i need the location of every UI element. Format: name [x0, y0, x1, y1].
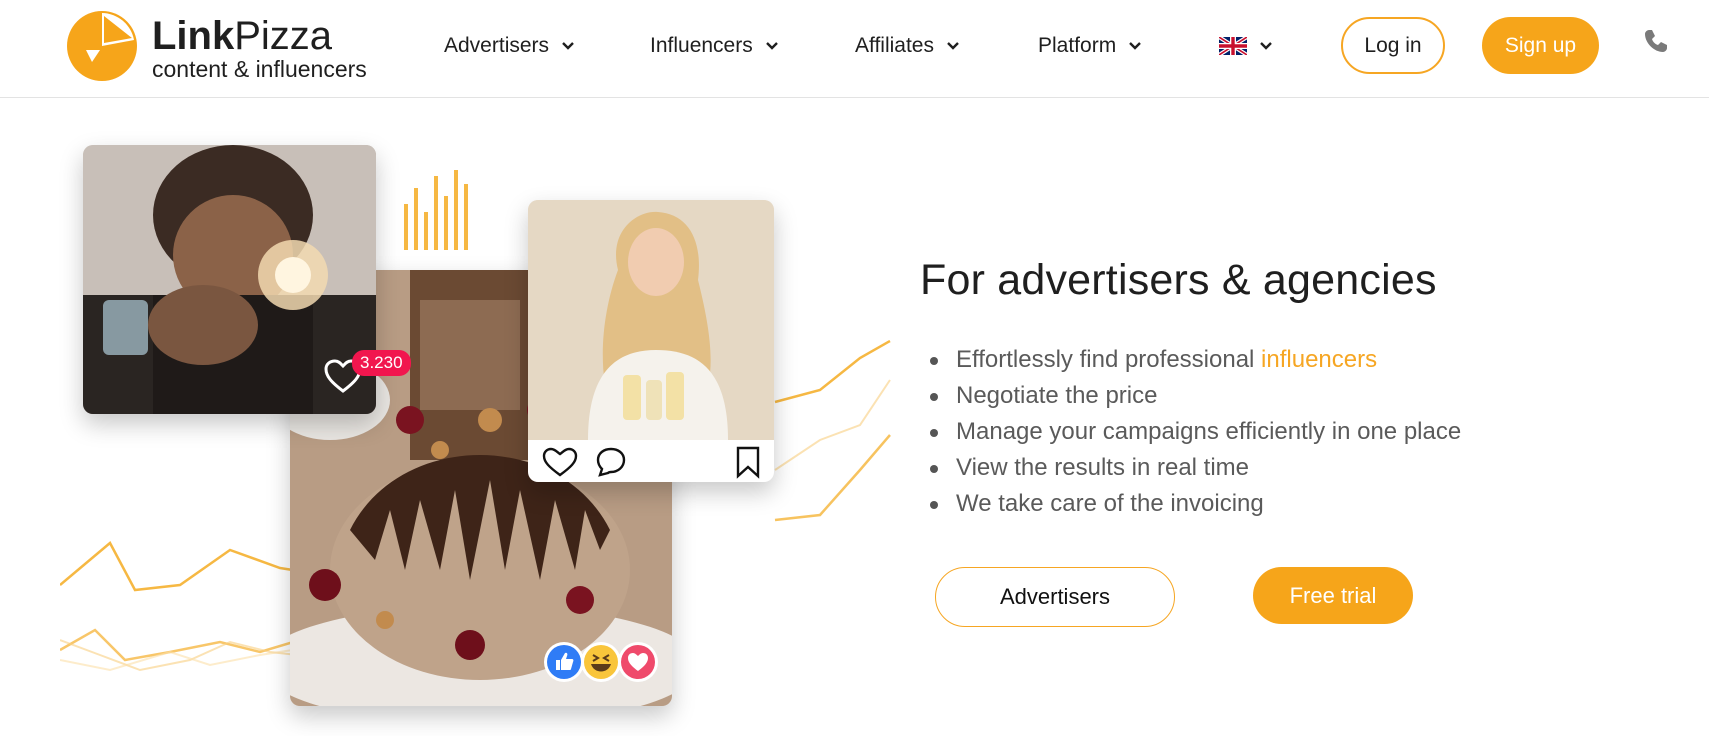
- logo-tagline: content & influencers: [152, 56, 367, 82]
- logo-name-bold: Link: [152, 14, 235, 58]
- post-action-bar: [542, 446, 760, 479]
- nav-influencers[interactable]: Influencers: [650, 30, 779, 62]
- nav-advertisers[interactable]: Advertisers: [444, 30, 575, 62]
- free-trial-button[interactable]: Free trial: [1253, 567, 1413, 624]
- signup-button[interactable]: Sign up: [1482, 17, 1599, 74]
- hero-title: For advertisers & agencies: [920, 256, 1437, 304]
- logo-name-light: Pizza: [234, 14, 333, 58]
- influencers-link[interactable]: influencers: [1261, 346, 1377, 373]
- feature-item: Manage your campaigns efficiently in one…: [929, 414, 1461, 450]
- thumbs-up-icon: [544, 642, 584, 682]
- nav-affiliates[interactable]: Affiliates: [855, 30, 960, 62]
- feature-text: Effortlessly find professional: [956, 346, 1262, 373]
- comment-icon[interactable]: [596, 447, 626, 477]
- nav-influencers-label: Influencers: [650, 34, 753, 57]
- feature-item: View the results in real time: [929, 450, 1461, 486]
- feature-item: Effortlessly find professional influence…: [929, 342, 1461, 378]
- phone-icon[interactable]: [1643, 28, 1669, 54]
- nav-platform-label: Platform: [1038, 34, 1117, 57]
- pizza-slice-logo-icon: [67, 11, 137, 81]
- advertisers-button[interactable]: Advertisers: [935, 567, 1175, 627]
- login-button[interactable]: Log in: [1341, 17, 1445, 74]
- uk-flag-icon: [1219, 37, 1247, 55]
- nav-advertisers-label: Advertisers: [444, 34, 550, 57]
- nav-affiliates-label: Affiliates: [855, 34, 934, 57]
- chevron-down-icon: [765, 42, 778, 50]
- bookmark-icon[interactable]: [736, 446, 760, 479]
- laughing-emoji-icon: [581, 642, 621, 682]
- heart-icon[interactable]: [542, 447, 578, 477]
- site-header: LinkPizza content & influencers Advertis…: [0, 0, 1709, 98]
- chevron-down-icon: [1260, 42, 1272, 50]
- chevron-down-icon: [1129, 42, 1142, 50]
- chevron-down-icon: [947, 42, 959, 50]
- feature-item: We take care of the invoicing: [929, 486, 1461, 522]
- feature-list: Effortlessly find professional influence…: [929, 342, 1461, 522]
- reactions-bar: [544, 642, 658, 682]
- decorative-bar-graph: [404, 170, 468, 250]
- language-selector[interactable]: [1219, 30, 1273, 62]
- woman-photo-area: [528, 200, 774, 440]
- like-count-badge: 3.230: [352, 350, 411, 376]
- chevron-down-icon: [562, 42, 574, 50]
- heart-reaction-icon: [618, 642, 658, 682]
- feature-item: Negotiate the price: [929, 378, 1461, 414]
- logo-name: LinkPizza: [152, 14, 332, 58]
- logo[interactable]: LinkPizza content & influencers: [66, 8, 396, 86]
- nav-platform[interactable]: Platform: [1038, 30, 1142, 62]
- woman-illustration: [528, 200, 774, 440]
- woman-with-product-photo: [528, 200, 774, 482]
